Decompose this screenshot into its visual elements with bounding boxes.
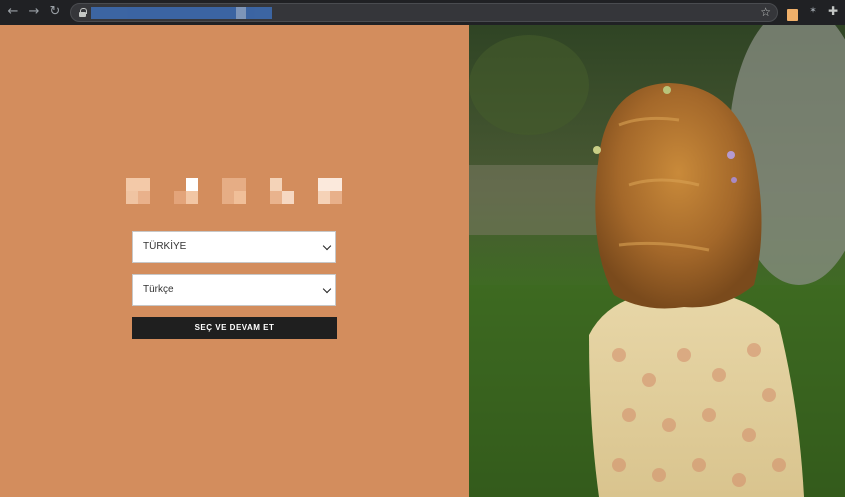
country-select-value: TÜRKİYE — [143, 241, 187, 252]
forward-arrow-icon[interactable]: → — [25, 3, 43, 21]
puzzle-icon[interactable]: ✚ — [826, 4, 840, 18]
address-bar[interactable]: ☆ — [70, 3, 778, 22]
logo-letter — [318, 178, 342, 204]
extension-icon[interactable] — [787, 9, 798, 21]
reload-icon[interactable]: ↻ — [46, 3, 64, 21]
language-select[interactable]: Türkçe — [132, 274, 336, 306]
logo-letter — [174, 178, 198, 204]
hero-photo — [469, 25, 845, 497]
language-select-value: Türkçe — [143, 284, 174, 295]
brand-logo — [126, 178, 342, 204]
url-redacted — [91, 7, 272, 19]
star-icon[interactable]: ☆ — [760, 4, 771, 21]
region-selector-panel: TÜRKİYE Türkçe SEÇ VE DEVAM ET — [0, 25, 469, 497]
logo-letter — [126, 178, 150, 204]
chevron-down-icon — [323, 243, 331, 251]
country-select[interactable]: TÜRKİYE — [132, 231, 336, 263]
lock-icon — [79, 8, 87, 17]
chevron-down-icon — [323, 286, 331, 294]
extension-icon-secondary[interactable]: ✶ — [808, 5, 818, 15]
select-and-continue-button[interactable]: SEÇ VE DEVAM ET — [132, 317, 337, 339]
logo-letter — [270, 178, 294, 204]
browser-toolbar: ← → ↻ ☆ ✶ ✚ — [0, 0, 845, 25]
logo-letter — [222, 178, 246, 204]
foliage — [469, 35, 589, 135]
back-arrow-icon[interactable]: ← — [4, 3, 22, 21]
photo-illustration — [469, 25, 845, 497]
